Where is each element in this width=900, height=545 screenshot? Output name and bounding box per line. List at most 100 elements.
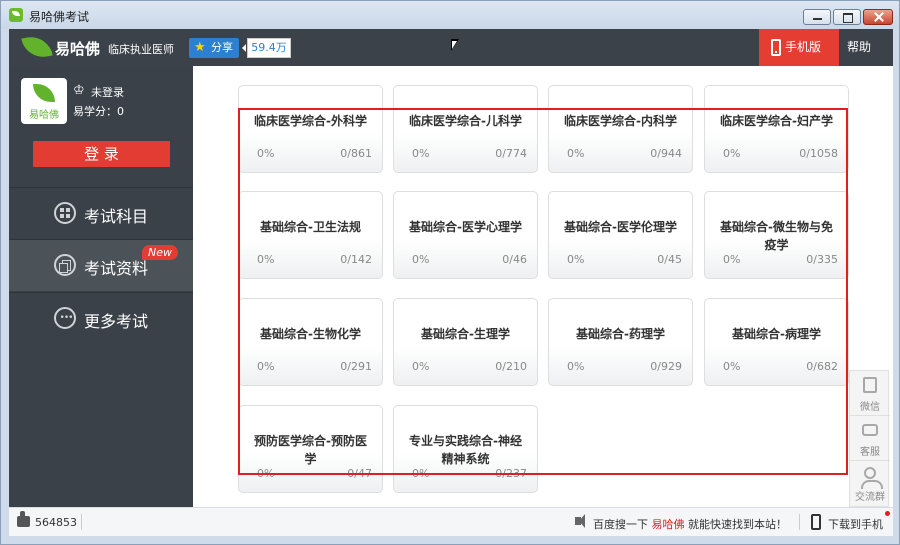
subject-card[interactable]: 专业与实践综合-神经精神系统 0% 0/237 xyxy=(393,405,538,493)
subject-progress: 0% xyxy=(567,253,585,266)
float-label: 交流群 xyxy=(855,492,885,503)
subject-title: 基础综合-药理学 xyxy=(576,327,665,341)
nav-item-more-exams[interactable]: 更多考试 xyxy=(9,292,193,344)
subject-title: 临床医学综合-外科学 xyxy=(254,114,367,128)
subject-question-count: 0/47 xyxy=(347,467,372,480)
subject-card[interactable]: 预防医学综合-预防医学 0% 0/47 xyxy=(238,405,383,493)
share-count: 59.4万 xyxy=(242,38,291,58)
leaf-logo-icon xyxy=(21,33,53,61)
subject-question-count: 0/944 xyxy=(650,147,682,160)
chat-icon xyxy=(862,424,878,436)
subject-title: 临床医学综合-妇产学 xyxy=(720,114,833,128)
minimize-button[interactable] xyxy=(803,9,831,25)
subject-title: 基础综合-生理学 xyxy=(421,327,510,341)
divider xyxy=(799,514,800,530)
subject-card[interactable]: 基础综合-病理学 0% 0/682 xyxy=(704,298,849,386)
app-icon xyxy=(9,8,23,22)
subject-card[interactable]: 基础综合-生理学 0% 0/210 xyxy=(393,298,538,386)
mouse-cursor-icon xyxy=(451,39,459,51)
subject-progress: 0% xyxy=(412,467,430,480)
subject-question-count: 0/929 xyxy=(650,360,682,373)
subject-progress: 0% xyxy=(723,253,741,266)
wechat-icon xyxy=(863,377,877,393)
subject-title: 基础综合-生物化学 xyxy=(260,327,361,341)
download-to-phone-link[interactable]: 下载到手机 xyxy=(828,516,883,532)
nav-item-exam-subjects[interactable]: 考试科目 xyxy=(9,187,193,239)
phone-icon xyxy=(811,514,821,530)
subject-card[interactable]: 基础综合-卫生法规 0% 0/142 xyxy=(238,191,383,279)
subject-question-count: 0/46 xyxy=(502,253,527,266)
share-label: 分享 xyxy=(211,41,233,54)
floating-contact-panel: 微信 客服 交流群 xyxy=(849,370,890,507)
speaker-icon xyxy=(575,514,585,528)
notice-text: 百度搜一下 易哈佛 就能快速找到本站！ xyxy=(593,516,787,532)
grid-icon xyxy=(54,202,76,224)
avatar[interactable]: 易哈佛 xyxy=(21,78,67,124)
notice-prefix: 百度搜一下 xyxy=(593,518,648,531)
subject-question-count: 0/335 xyxy=(806,253,838,266)
group-icon xyxy=(861,467,883,489)
float-label: 微信 xyxy=(860,402,880,413)
phone-icon xyxy=(771,39,781,56)
title-bar: 易哈佛考试 xyxy=(1,1,899,29)
subject-progress: 0% xyxy=(412,360,430,373)
login-status: 未登录 xyxy=(91,86,124,99)
subject-card[interactable]: 临床医学综合-儿科学 0% 0/774 xyxy=(393,85,538,173)
logo-text: 易哈佛 xyxy=(55,40,101,58)
subject-card[interactable]: 基础综合-药理学 0% 0/929 xyxy=(548,298,693,386)
subject-question-count: 0/45 xyxy=(657,253,682,266)
subject-progress: 0% xyxy=(257,360,275,373)
star-icon: ★ xyxy=(194,40,206,55)
subject-question-count: 0/291 xyxy=(340,360,372,373)
subject-progress: 0% xyxy=(257,147,275,160)
subject-progress: 0% xyxy=(567,147,585,160)
subject-question-count: 0/210 xyxy=(495,360,527,373)
crown-icon: ♔ xyxy=(73,83,85,98)
subject-card[interactable]: 基础综合-医学伦理学 0% 0/45 xyxy=(548,191,693,279)
subject-question-count: 0/237 xyxy=(495,467,527,480)
subject-card[interactable]: 基础综合-医学心理学 0% 0/46 xyxy=(393,191,538,279)
subject-progress: 0% xyxy=(412,147,430,160)
subject-card[interactable]: 临床医学综合-内科学 0% 0/944 xyxy=(548,85,693,173)
subject-progress: 0% xyxy=(723,360,741,373)
nav-label: 考试科目 xyxy=(84,207,149,226)
subject-progress: 0% xyxy=(257,467,275,480)
mobile-version-button[interactable]: 手机版 xyxy=(759,29,839,66)
subject-card[interactable]: 基础综合-微生物与免疫学 0% 0/335 xyxy=(704,191,849,279)
subject-title: 临床医学综合-内科学 xyxy=(564,114,677,128)
subject-title: 基础综合-医学心理学 xyxy=(409,220,522,234)
subject-question-count: 0/1058 xyxy=(799,147,838,160)
notice-suffix: 就能快速找到本站！ xyxy=(688,518,787,531)
more-icon xyxy=(54,307,76,329)
subject-title: 预防医学综合-预防医学 xyxy=(254,434,367,466)
subject-progress: 0% xyxy=(412,253,430,266)
notice-brand: 易哈佛 xyxy=(651,518,685,531)
nav-label: 更多考试 xyxy=(84,312,149,331)
help-button[interactable]: 帮助 xyxy=(847,29,871,66)
wechat-button[interactable]: 微信 xyxy=(850,371,890,416)
share-button[interactable]: ★ 分享 xyxy=(189,38,239,58)
subject-title: 专业与实践综合-神经精神系统 xyxy=(409,434,522,466)
app-window: 易哈佛考试 易哈佛 临床执业医师 ★ 分享 59.4万 手机版 帮助 易哈佛 ♔… xyxy=(0,0,900,545)
thumbs-up-icon[interactable] xyxy=(17,511,30,527)
group-chat-button[interactable]: 交流群 xyxy=(850,461,890,506)
close-button[interactable] xyxy=(863,9,893,25)
customer-service-button[interactable]: 客服 xyxy=(850,416,890,461)
like-count: 564853 xyxy=(35,516,77,529)
subject-question-count: 0/682 xyxy=(806,360,838,373)
subject-question-count: 0/142 xyxy=(340,253,372,266)
subject-progress: 0% xyxy=(257,253,275,266)
status-bar: 564853 百度搜一下 易哈佛 就能快速找到本站！ 下载到手机 xyxy=(9,507,893,536)
window-title: 易哈佛考试 xyxy=(29,10,90,24)
leaf-logo-icon xyxy=(33,84,55,102)
nav-label: 考试资料 xyxy=(84,259,149,278)
maximize-button[interactable] xyxy=(833,9,861,25)
subject-card[interactable]: 基础综合-生物化学 0% 0/291 xyxy=(238,298,383,386)
subject-card[interactable]: 临床医学综合-外科学 0% 0/861 xyxy=(238,85,383,173)
login-button[interactable]: 登 录 xyxy=(33,141,170,167)
subject-progress: 0% xyxy=(723,147,741,160)
nav-item-exam-materials[interactable]: 考试资料 New xyxy=(9,239,193,291)
subject-card[interactable]: 临床医学综合-妇产学 0% 0/1058 xyxy=(704,85,849,173)
exam-category: 临床执业医师 xyxy=(108,43,174,56)
subject-title: 基础综合-病理学 xyxy=(732,327,821,341)
